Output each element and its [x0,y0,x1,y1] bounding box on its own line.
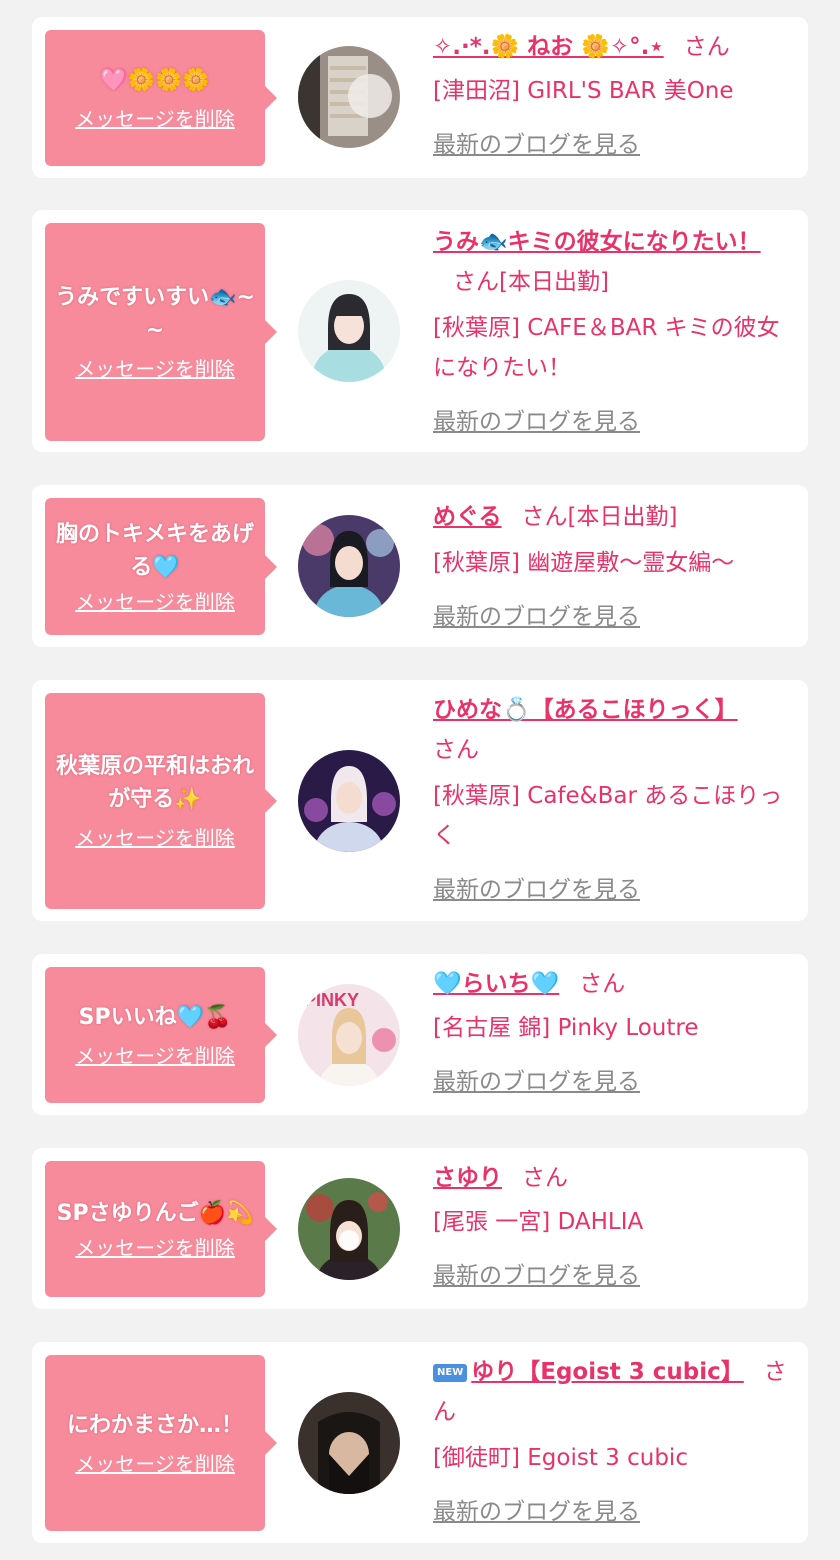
cast-info: ✧.·*.🌼 ねお 🌼✧°.⋆ さん [津田沼] GIRL'S BAR 美One … [433,27,793,165]
shop-name: [秋葉原] 幽遊屋敷〜霊女編〜 [433,550,735,576]
cast-name-link[interactable]: ひめな💍【あるこほりっく】 [433,697,738,723]
message-text: 胸のトキメキをあげる🩵 [55,521,254,580]
svg-text:PINKY: PINKY [304,990,359,1010]
message-list: 🩷🌼🌼🌼 メッセージを削除 ✧.·*.🌼 ねお 🌼✧°.⋆ さん [津田沼] GI… [0,0,840,1560]
shop-name: [秋葉原] Cafe&Bar あるこほりっく [433,783,783,849]
avatar[interactable] [298,280,400,382]
cast-info: ひめな💍【あるこほりっく】 さん [秋葉原] Cafe&Bar あるこほりっく 最… [433,690,793,910]
avatar-photo [298,515,400,617]
message-bubble: SPさゆりんご🍎💫 メッセージを削除 [45,1161,277,1297]
latest-blog-link[interactable]: 最新のブログを見る [433,1256,640,1296]
latest-blog-link[interactable]: 最新のブログを見る [433,402,640,442]
delete-message-link[interactable]: メッセージを削除 [75,588,235,616]
honorific: さん [522,1165,568,1191]
delete-message-link[interactable]: メッセージを削除 [75,1450,235,1478]
delete-message-link[interactable]: メッセージを削除 [75,355,235,383]
cast-info: NEW ゆり【Egoist 3 cubic】 さん [御徒町] Egoist 3 c… [433,1352,793,1532]
avatar[interactable] [298,1178,400,1280]
honorific: さん[本日出勤] [521,504,678,530]
message-text: うみですいすい🐟~~ [55,285,255,343]
message-bubble: にわかまさか…！ メッセージを削除 [45,1355,277,1531]
cast-info: うみ🐟キミの彼女になりたい！ さん[本日出勤] [秋葉原] CAFE＆BAR キミ… [433,222,793,442]
message-card: にわかまさか…！ メッセージを削除 NEW ゆり【Egoist 3 cubic】さ… [32,1342,808,1543]
avatar-photo [298,1178,400,1280]
latest-blog-link[interactable]: 最新のブログを見る [433,1062,640,1102]
message-text: SPいいね🩵🍒 [78,1004,232,1030]
cast-name-link[interactable]: NEW ゆり【Egoist 3 cubic】 [433,1359,744,1385]
avatar-photo [298,46,400,148]
message-text: 🩷🌼🌼🌼 [100,67,210,93]
message-text: にわかまさか…！ [66,1412,243,1438]
message-bubble: 胸のトキメキをあげる🩵 メッセージを削除 [45,498,277,635]
avatar-photo [298,1392,400,1494]
message-card: 胸のトキメキをあげる🩵 メッセージを削除 めぐる さん[本日出勤] [秋葉原] 幽… [32,485,808,647]
shop-name: [御徒町] Egoist 3 cubic [433,1445,688,1471]
message-card: 秋葉原の平和はおれが守る✨ メッセージを削除 ひめな💍【あるこほりっく】 さん [… [32,680,808,921]
shop-name: [尾張 一宮] DAHLIA [433,1209,644,1235]
cast-name-link[interactable]: 🩵らいち🩵 [433,971,559,997]
message-card: SPいいね🩵🍒 メッセージを削除 PINKY 🩵らいち🩵 さん [名古屋 錦] P… [32,954,808,1115]
shop-name: [津田沼] GIRL'S BAR 美One [433,78,734,104]
shop-name: [秋葉原] CAFE＆BAR キミの彼女になりたい！ [433,315,780,381]
cast-name-link[interactable]: ✧.·*.🌼 ねお 🌼✧°.⋆ [433,34,664,60]
avatar[interactable] [298,750,400,852]
latest-blog-link[interactable]: 最新のブログを見る [433,1492,640,1532]
message-bubble: うみですいすい🐟~~ メッセージを削除 [45,223,277,441]
message-bubble: 秋葉原の平和はおれが守る✨ メッセージを削除 [45,693,277,909]
delete-message-link[interactable]: メッセージを削除 [75,1234,235,1262]
avatar[interactable]: PINKY [298,984,400,1086]
cast-info: めぐる さん[本日出勤] [秋葉原] 幽遊屋敷〜霊女編〜 最新のブログを見る [433,497,793,637]
latest-blog-link[interactable]: 最新のブログを見る [433,597,640,637]
avatar-photo [298,750,400,852]
message-card: うみですいすい🐟~~ メッセージを削除 うみ🐟キミの彼女になりたい！ さん[本日出… [32,210,808,452]
avatar[interactable] [298,515,400,617]
message-bubble: 🩷🌼🌼🌼 メッセージを削除 [45,30,277,166]
honorific: さん[本日出勤] [453,269,609,295]
message-text: 秋葉原の平和はおれが守る✨ [55,754,254,812]
cast-name-link[interactable]: うみ🐟キミの彼女になりたい！ [433,229,761,255]
message-text: SPさゆりんご🍎💫 [56,1200,254,1226]
cast-name-link[interactable]: さゆり [433,1165,502,1191]
shop-name: [名古屋 錦] Pinky Loutre [433,1015,699,1041]
message-card: SPさゆりんご🍎💫 メッセージを削除 さゆり さん [尾張 一宮] DAHLIA … [32,1148,808,1309]
delete-message-link[interactable]: メッセージを削除 [75,824,235,852]
message-card: 🩷🌼🌼🌼 メッセージを削除 ✧.·*.🌼 ねお 🌼✧°.⋆ さん [津田沼] GI… [32,17,808,178]
avatar[interactable] [298,1392,400,1494]
avatar-photo [298,280,400,382]
delete-message-link[interactable]: メッセージを削除 [75,105,235,133]
honorific: さん [579,971,626,997]
honorific: さん [683,34,730,60]
cast-name-text: ゆり【Egoist 3 cubic】 [471,1359,744,1385]
honorific: さん [433,737,479,763]
cast-name-link[interactable]: めぐる [433,504,502,530]
delete-message-link[interactable]: メッセージを削除 [75,1042,235,1070]
cast-info: さゆり さん [尾張 一宮] DAHLIA 最新のブログを見る [433,1158,793,1296]
latest-blog-link[interactable]: 最新のブログを見る [433,870,640,910]
avatar[interactable] [298,46,400,148]
new-badge-icon: NEW [433,1364,468,1382]
latest-blog-link[interactable]: 最新のブログを見る [433,125,640,165]
avatar-photo: PINKY [298,984,400,1086]
message-bubble: SPいいね🩵🍒 メッセージを削除 [45,967,277,1103]
cast-info: 🩵らいち🩵 さん [名古屋 錦] Pinky Loutre 最新のブログを見る [433,964,793,1102]
